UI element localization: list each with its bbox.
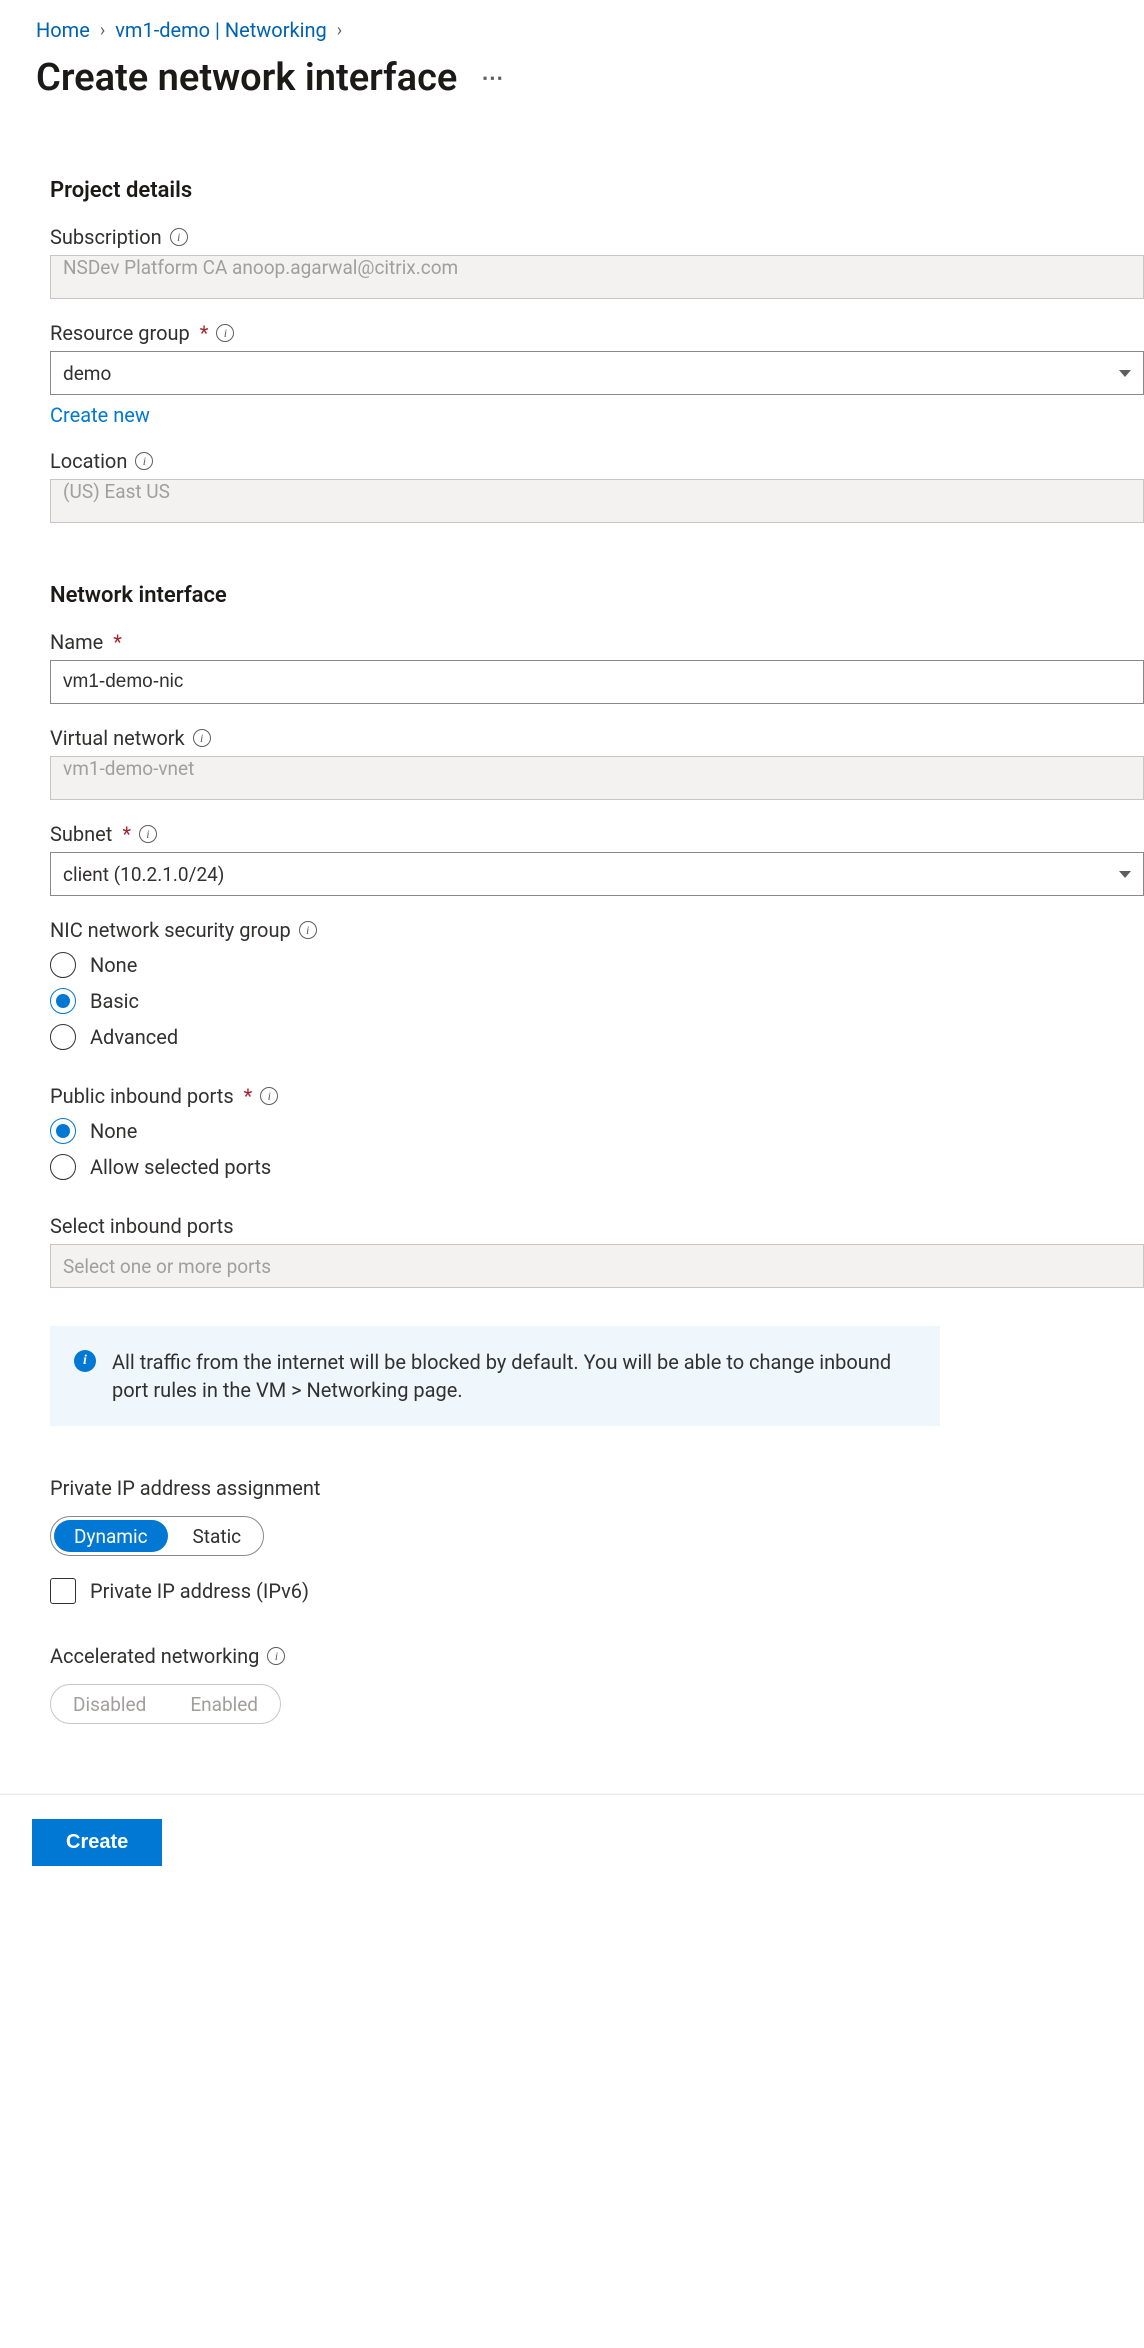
subnet-value: client (10.2.1.0/24) <box>63 863 224 886</box>
section-project-details: Project details <box>50 178 1144 203</box>
breadcrumb: Home › vm1-demo | Networking › <box>36 18 1144 42</box>
info-icon[interactable]: i <box>299 921 317 939</box>
ipv6-checkbox-row[interactable]: Private IP address (IPv6) <box>50 1578 1144 1604</box>
radio-icon <box>50 1024 76 1050</box>
breadcrumb-home[interactable]: Home <box>36 18 90 42</box>
subscription-value: NSDev Platform CA anoop.agarwal@citrix.c… <box>63 256 458 279</box>
inbound-radio-allow[interactable]: Allow selected ports <box>50 1154 1144 1180</box>
label-select-inbound-text: Select inbound ports <box>50 1214 234 1238</box>
info-icon[interactable]: i <box>135 452 153 470</box>
label-subnet: Subnet * i <box>50 822 1144 846</box>
create-new-link[interactable]: Create new <box>50 403 150 427</box>
info-icon[interactable]: i <box>193 729 211 747</box>
label-subnet-text: Subnet <box>50 822 112 846</box>
label-subscription-text: Subscription <box>50 225 162 249</box>
location-value: (US) East US <box>63 480 170 503</box>
radio-checked-icon <box>50 1118 76 1144</box>
label-private-ip-assignment: Private IP address assignment <box>50 1476 1144 1500</box>
label-name: Name * <box>50 630 1144 654</box>
info-icon[interactable]: i <box>267 1647 285 1665</box>
ipv6-label: Private IP address (IPv6) <box>90 1579 309 1603</box>
label-nsg-text: NIC network security group <box>50 918 291 942</box>
breadcrumb-vm-networking[interactable]: vm1-demo | Networking <box>115 18 327 42</box>
label-virtual-network-text: Virtual network <box>50 726 185 750</box>
more-actions-icon[interactable]: ⋯ <box>481 66 505 91</box>
ip-assignment-toggle: Dynamic Static <box>50 1516 264 1556</box>
label-resource-group-text: Resource group <box>50 321 190 345</box>
select-inbound-placeholder: Select one or more ports <box>63 1255 271 1278</box>
info-badge-icon: i <box>74 1350 96 1372</box>
inbound-allow-label: Allow selected ports <box>90 1155 271 1179</box>
create-button[interactable]: Create <box>32 1819 162 1866</box>
required-indicator: * <box>200 321 209 345</box>
nsg-basic-label: Basic <box>90 989 139 1013</box>
required-indicator: * <box>244 1084 253 1108</box>
label-public-inbound-text: Public inbound ports <box>50 1084 234 1108</box>
radio-icon <box>50 952 76 978</box>
label-resource-group: Resource group * i <box>50 321 1144 345</box>
radio-icon <box>50 1154 76 1180</box>
name-input[interactable] <box>50 660 1144 704</box>
required-indicator: * <box>113 630 122 654</box>
radio-checked-icon <box>50 988 76 1014</box>
chevron-right-icon: › <box>337 20 342 41</box>
ip-assign-dynamic[interactable]: Dynamic <box>54 1520 168 1552</box>
nsg-radio-none[interactable]: None <box>50 952 1144 978</box>
resource-group-select[interactable]: demo <box>50 351 1144 395</box>
nsg-none-label: None <box>90 953 137 977</box>
label-location: Location i <box>50 449 1144 473</box>
footer-bar: Create <box>0 1794 1144 1906</box>
section-network-interface: Network interface <box>50 583 1144 608</box>
accel-net-disabled: Disabled <box>51 1685 168 1723</box>
info-icon[interactable]: i <box>170 228 188 246</box>
select-inbound-ports[interactable]: Select one or more ports <box>50 1244 1144 1288</box>
page-title-text: Create network interface <box>36 56 457 100</box>
info-icon[interactable]: i <box>139 825 157 843</box>
location-select[interactable]: (US) East US <box>50 479 1144 523</box>
chevron-down-icon <box>1119 871 1131 878</box>
info-icon[interactable]: i <box>260 1087 278 1105</box>
resource-group-value: demo <box>63 362 111 385</box>
nsg-advanced-label: Advanced <box>90 1025 178 1049</box>
ip-assign-static[interactable]: Static <box>171 1517 264 1555</box>
label-private-ip-assignment-text: Private IP address assignment <box>50 1476 320 1500</box>
inbound-radio-none[interactable]: None <box>50 1118 1144 1144</box>
label-nsg: NIC network security group i <box>50 918 1144 942</box>
chevron-right-icon: › <box>100 20 105 41</box>
accelerated-networking-toggle: Disabled Enabled <box>50 1684 281 1724</box>
label-subscription: Subscription i <box>50 225 1144 249</box>
subnet-select[interactable]: client (10.2.1.0/24) <box>50 852 1144 896</box>
required-indicator: * <box>122 822 131 846</box>
inbound-none-label: None <box>90 1119 137 1143</box>
info-box: i All traffic from the internet will be … <box>50 1326 940 1426</box>
nsg-radio-basic[interactable]: Basic <box>50 988 1144 1014</box>
virtual-network-select[interactable]: vm1-demo-vnet <box>50 756 1144 800</box>
accel-net-enabled: Enabled <box>168 1685 280 1723</box>
label-accelerated-networking-text: Accelerated networking <box>50 1644 259 1668</box>
checkbox-icon <box>50 1578 76 1604</box>
info-box-text: All traffic from the internet will be bl… <box>112 1348 916 1404</box>
nsg-radio-advanced[interactable]: Advanced <box>50 1024 1144 1050</box>
virtual-network-value: vm1-demo-vnet <box>63 757 194 780</box>
label-accelerated-networking: Accelerated networking i <box>50 1644 1144 1668</box>
label-public-inbound: Public inbound ports * i <box>50 1084 1144 1108</box>
label-location-text: Location <box>50 449 127 473</box>
label-virtual-network: Virtual network i <box>50 726 1144 750</box>
label-select-inbound: Select inbound ports <box>50 1214 1144 1238</box>
info-icon[interactable]: i <box>216 324 234 342</box>
page-title: Create network interface ⋯ <box>36 56 1144 100</box>
subscription-select[interactable]: NSDev Platform CA anoop.agarwal@citrix.c… <box>50 255 1144 299</box>
label-name-text: Name <box>50 630 103 654</box>
chevron-down-icon <box>1119 370 1131 377</box>
